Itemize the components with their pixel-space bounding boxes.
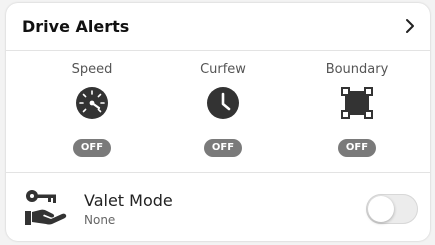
speed-alert: Speed OFF: [32, 51, 152, 172]
boundary-alert: Boundary OFF: [297, 51, 417, 172]
boundary-status-pill[interactable]: OFF: [338, 139, 376, 157]
valet-mode-toggle[interactable]: [366, 194, 418, 224]
curfew-label: Curfew: [200, 62, 246, 77]
chevron-right-icon[interactable]: [402, 18, 418, 34]
speed-status-pill[interactable]: OFF: [73, 139, 111, 157]
valet-mode-title: Valet Mode: [84, 191, 173, 210]
alert-options: Speed OFF Curfew OFF Boundary OFF: [6, 51, 430, 173]
valet-mode-row: Valet Mode None: [6, 173, 430, 241]
clock-icon: [207, 87, 239, 119]
drive-alerts-header[interactable]: Drive Alerts: [6, 3, 430, 51]
speed-label: Speed: [71, 62, 113, 77]
key-hand-icon: [25, 190, 67, 225]
boundary-label: Boundary: [325, 62, 389, 77]
toggle-knob: [368, 196, 394, 222]
boundary-square-icon: [341, 87, 373, 119]
curfew-alert: Curfew OFF: [163, 51, 283, 172]
valet-mode-subtitle: None: [84, 213, 116, 227]
speedometer-icon: [76, 87, 108, 119]
drive-alerts-card: Drive Alerts Speed OFF Curfew OFF Bounda…: [6, 3, 430, 241]
drive-alerts-title: Drive Alerts: [22, 17, 130, 36]
curfew-status-pill[interactable]: OFF: [204, 139, 242, 157]
